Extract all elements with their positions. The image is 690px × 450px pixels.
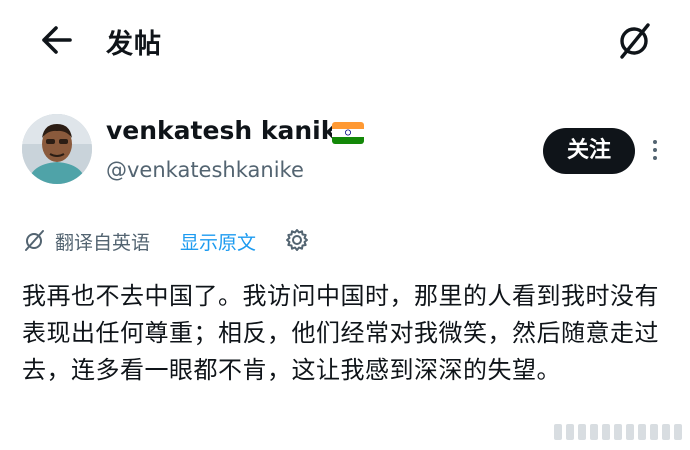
page-title: 发帖 [106, 29, 162, 60]
translate-icon [25, 230, 44, 251]
follow-button[interactable]: 关注 [543, 128, 635, 174]
translated-from-label: 翻译自英语 [55, 232, 151, 254]
author-display-name[interactable]: venkatesh kanike [106, 116, 354, 145]
show-original-link[interactable]: 显示原文 [180, 228, 256, 255]
author-handle[interactable]: @venkateshkanike [106, 158, 304, 182]
avatar[interactable] [22, 114, 92, 184]
grok-slash-circle-icon [620, 23, 650, 59]
back-button[interactable] [36, 20, 80, 60]
more-vertical-icon[interactable] [645, 136, 665, 166]
tweet-text: 我再也不去中国了。我访问中国时，那里的人看到我时没有表现出任何尊重；相反，他们经… [22, 282, 659, 384]
gear-icon[interactable] [284, 227, 310, 253]
profile-photo [22, 114, 92, 184]
arrow-left-icon [42, 26, 72, 54]
india-flag-icon [332, 122, 364, 144]
top-bar: 发帖 [0, 0, 690, 80]
watermark-bars [554, 424, 682, 440]
brand-logo[interactable] [612, 20, 656, 60]
